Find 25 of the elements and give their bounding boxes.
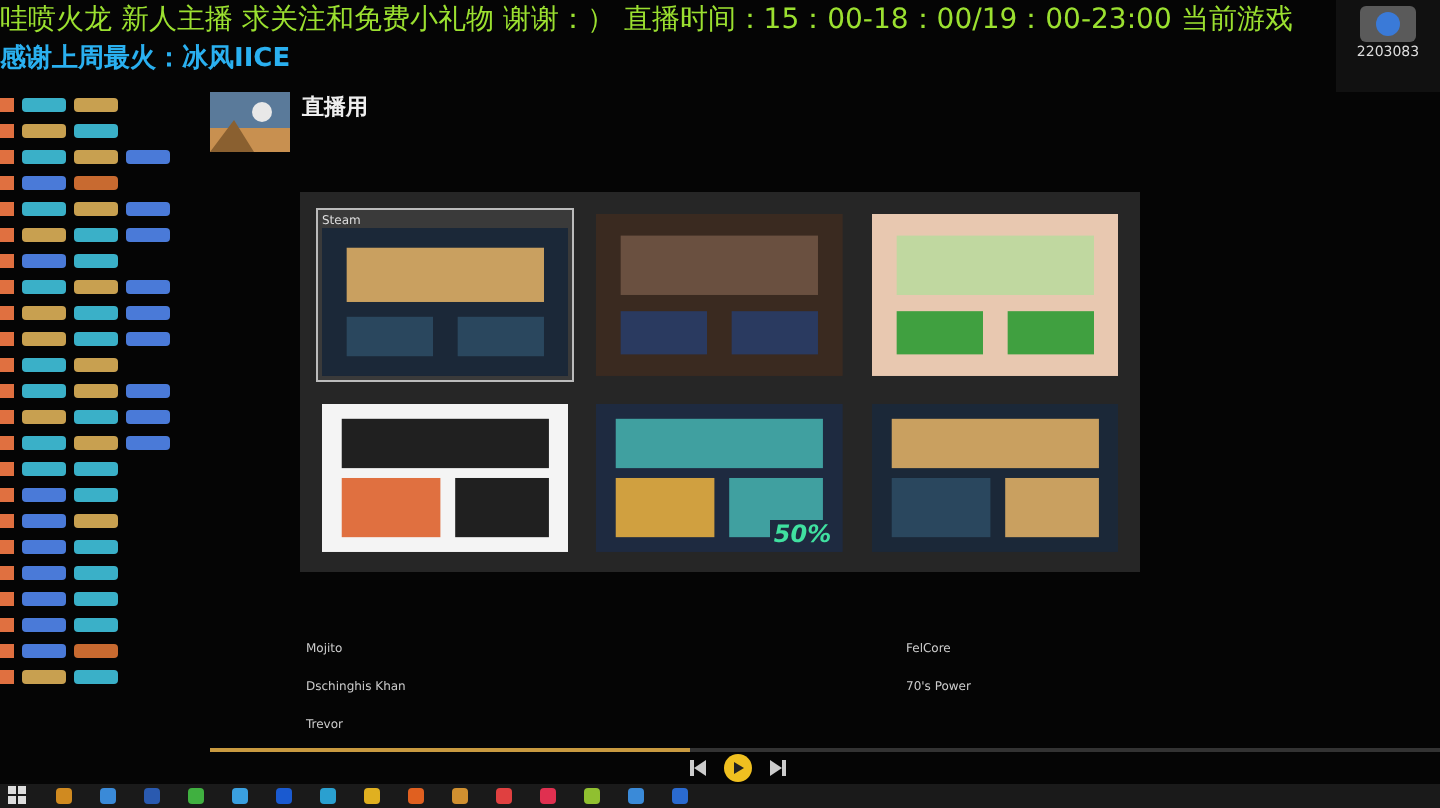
play-icon[interactable] xyxy=(724,754,752,782)
app-icon[interactable] xyxy=(364,788,380,804)
start-icon[interactable] xyxy=(8,786,28,806)
previous-icon[interactable] xyxy=(688,758,708,778)
app-icon[interactable] xyxy=(320,788,336,804)
playlist-title: 直播用 xyxy=(302,92,368,122)
app-icon[interactable] xyxy=(540,788,556,804)
app-icon[interactable] xyxy=(56,788,72,804)
app-icon[interactable] xyxy=(496,788,512,804)
app-icon[interactable] xyxy=(452,788,468,804)
banner-text: 哇喷火龙 新人主播 求关注和免费小礼物 谢谢：） 直播时间：15：00-18：00/19：00-23:00 当前游戏 xyxy=(0,2,1295,40)
logo-icon xyxy=(1358,4,1418,44)
window-thumbnail[interactable]: 50% xyxy=(590,397,850,558)
app-icon[interactable] xyxy=(672,788,688,804)
promo-text: 50% xyxy=(769,519,836,548)
next-icon[interactable] xyxy=(768,758,788,778)
app-icon[interactable] xyxy=(232,788,248,804)
thanks-text: 感谢上周最火：冰风IICE xyxy=(0,42,293,76)
app-icon[interactable] xyxy=(100,788,116,804)
app-icon[interactable] xyxy=(144,788,160,804)
app-icon[interactable] xyxy=(188,788,204,804)
app-icon[interactable] xyxy=(584,788,600,804)
app-icon[interactable] xyxy=(628,788,644,804)
app-icon[interactable] xyxy=(276,788,292,804)
app-icon[interactable] xyxy=(408,788,424,804)
